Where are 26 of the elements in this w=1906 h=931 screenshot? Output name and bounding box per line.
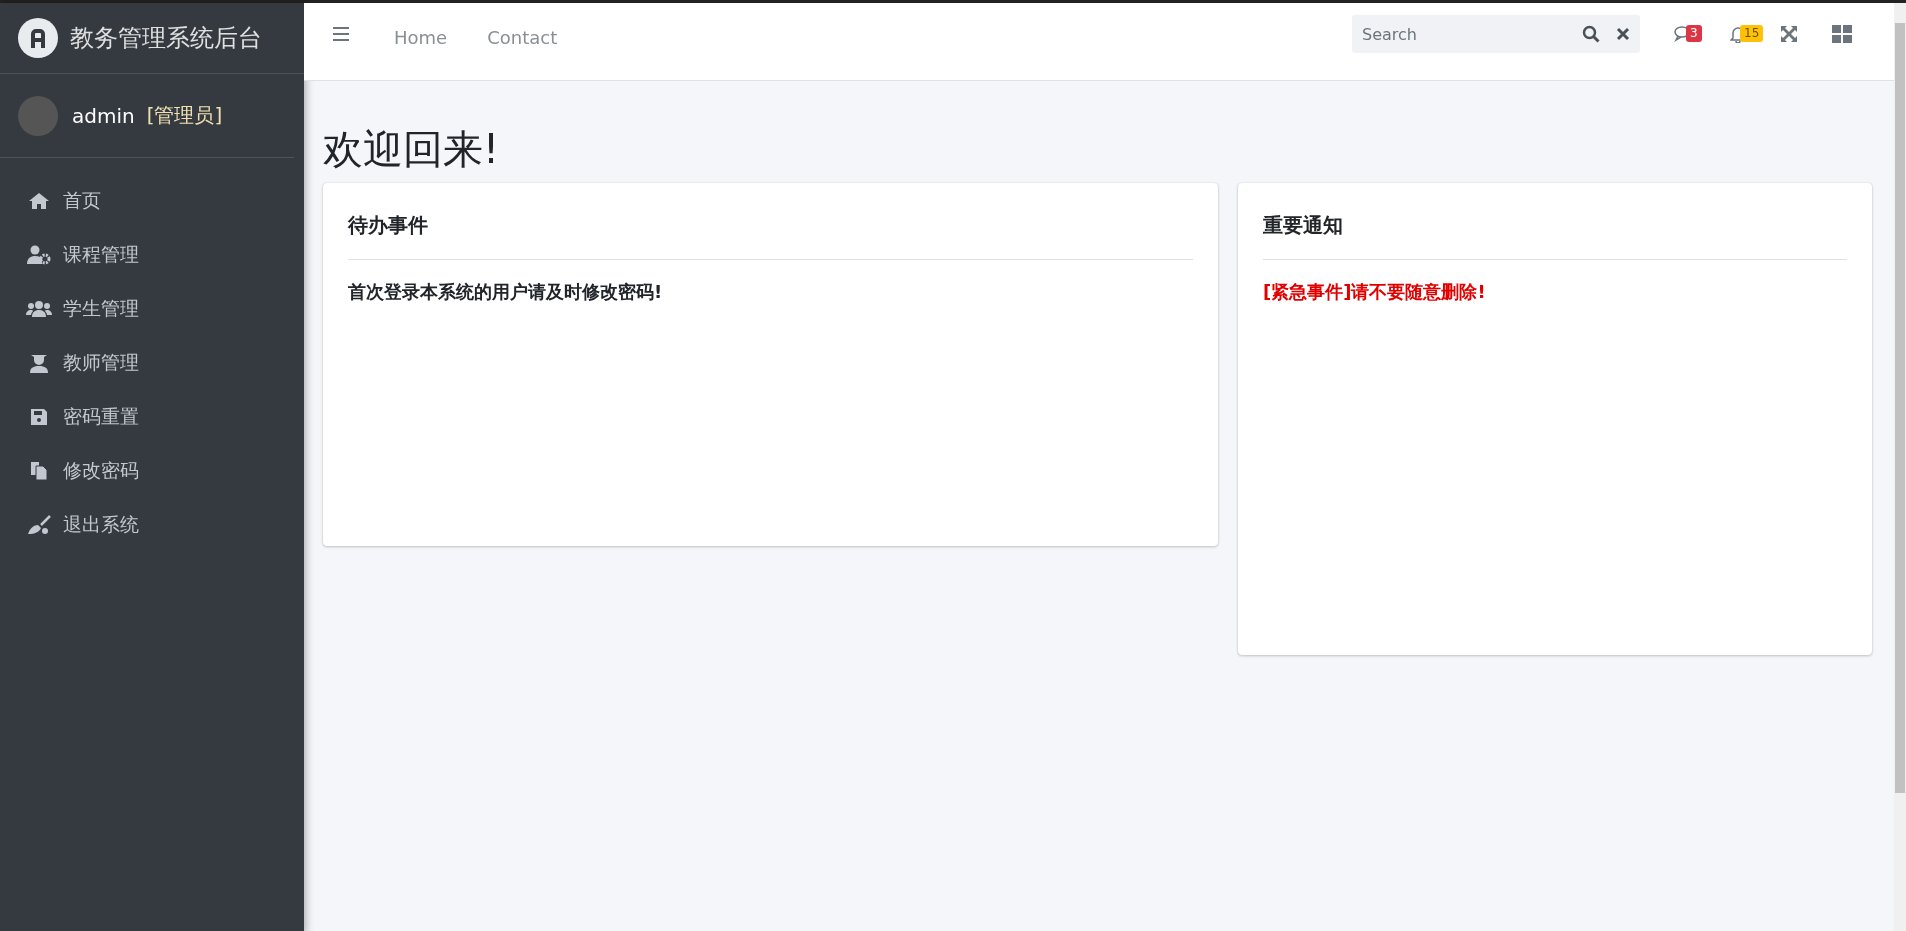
sidebar-item[interactable]: 教师管理 (0, 336, 304, 390)
logo-icon (18, 18, 58, 58)
brand-title[interactable]: 教务管理系统后台 (70, 22, 262, 54)
user-name[interactable]: admin (72, 103, 135, 128)
avatar (18, 95, 58, 136)
notification-count-badge: 15 (1740, 25, 1764, 42)
alert-text: [紧急事件]请不要随意删除! (1263, 280, 1487, 304)
sidebar-item[interactable]: 密码重置 (0, 390, 304, 444)
search-icon[interactable] (1582, 25, 1600, 43)
menu-icon[interactable] (332, 26, 350, 42)
card-title: 重要通知 (1263, 212, 1344, 239)
sidebar-item[interactable]: 退出系统 (0, 498, 304, 552)
sidebar-item[interactable]: 修改密码 (0, 444, 304, 498)
message-count-badge: 3 (1686, 25, 1702, 42)
card-text: 首次登录本系统的用户请及时修改密码! (348, 280, 664, 304)
sidebar-item[interactable]: 学生管理 (0, 282, 304, 336)
page-heading: 欢迎回来! (323, 125, 501, 173)
close-icon[interactable] (1616, 27, 1630, 41)
search-field[interactable]: Search (1352, 15, 1640, 53)
user-role: [管理员] (146, 102, 223, 129)
sidebar-item[interactable]: 首页 (0, 174, 304, 228)
user-gear-icon (25, 245, 53, 265)
users-icon (25, 300, 53, 318)
sidebar-item[interactable]: 课程管理 (0, 228, 304, 282)
card-title: 待办事件 (348, 212, 429, 239)
broom-icon (25, 515, 53, 535)
